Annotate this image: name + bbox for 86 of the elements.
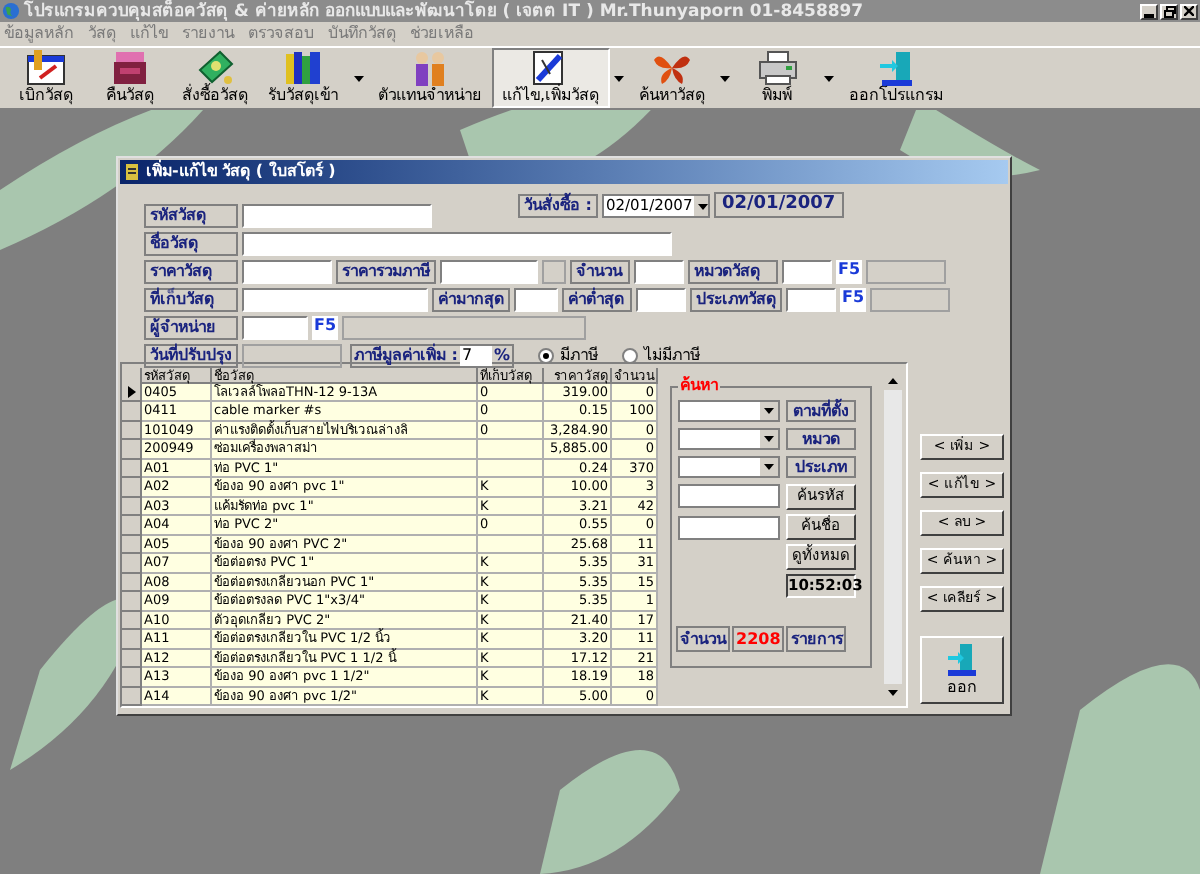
money-icon (195, 50, 235, 86)
blank-panel (242, 344, 342, 369)
input-field[interactable] (440, 260, 538, 285)
toolbar-button[interactable]: สั่งซื้อวัสดุ (172, 48, 258, 108)
input-field[interactable] (242, 288, 428, 313)
caret-icon (824, 75, 835, 81)
dropdown-arrow-icon (760, 429, 778, 447)
search-group-title: ค้นหา (678, 375, 720, 395)
toolbar-button[interactable]: เบิกวัสดุ (4, 48, 88, 108)
field-label: ราคารวมภาษี (336, 260, 436, 285)
caret-icon (353, 75, 363, 81)
close-button[interactable] (1180, 3, 1198, 19)
close-icon (1184, 6, 1194, 16)
input-field[interactable] (242, 204, 432, 229)
minimize-button[interactable] (1140, 3, 1158, 19)
radio-option[interactable]: ไม่มีภาษี (622, 346, 700, 367)
toolbar-button[interactable]: พิมพ์ (735, 48, 820, 108)
input-field[interactable] (242, 232, 672, 257)
scroll-down-icon[interactable] (884, 684, 902, 702)
filter-button[interactable]: ตามที่ตั้ง (786, 399, 856, 421)
field-label: ชื่อวัสดุ (144, 232, 238, 257)
leaf-drawing (540, 750, 680, 874)
radio-option[interactable]: มีภาษี (538, 346, 598, 367)
blank-panel (542, 260, 566, 285)
books-icon (283, 50, 323, 86)
toolbar-button[interactable]: คืนวัสดุ (88, 48, 172, 108)
caret-icon (614, 75, 625, 81)
vat-label: ภาษีมูลค่าเพิ่ม : (354, 346, 458, 367)
dropdown-arrow-icon (760, 457, 778, 475)
field-label: ค่าต่ำสุด (562, 288, 632, 313)
dropdown-arrow-icon (760, 401, 778, 419)
app-icon (124, 162, 140, 183)
current-row-icon (127, 385, 135, 398)
minimize-icon (1144, 13, 1154, 17)
input-field[interactable] (636, 288, 686, 313)
order-date-label: วันสั่งซื้อ : (518, 193, 598, 218)
input-field[interactable] (678, 483, 780, 507)
input-field[interactable] (514, 288, 558, 313)
field-label: รหัสวัสดุ (144, 204, 238, 229)
exit-door-icon (876, 50, 917, 86)
field-label: วันที่ปรับปรุง (144, 344, 238, 369)
exit-button[interactable]: ออก (920, 635, 1004, 703)
dropdown-field[interactable] (678, 399, 780, 421)
filter-button[interactable]: ประเภท (786, 455, 856, 477)
order-date-display: 02/01/2007 (713, 192, 844, 219)
restore-icon (1163, 5, 1175, 17)
input-field[interactable] (242, 316, 308, 341)
toolbar-button[interactable]: แก้ไข,เพิ่มวัสดุ (492, 48, 610, 108)
input-field[interactable] (782, 260, 832, 285)
people-icon (410, 50, 450, 86)
dropdown-arrow-icon (694, 195, 708, 216)
input-field[interactable] (634, 260, 684, 285)
restore-button[interactable] (1160, 3, 1178, 19)
globe-icon (2, 2, 20, 20)
toolbar-button[interactable]: ตัวแทนจำหน่าย (368, 48, 492, 108)
count-value: 2208 (732, 625, 785, 651)
blank-panel (866, 260, 947, 285)
shortcut-key-hint: F5 (840, 288, 867, 313)
filter-button[interactable]: หมวด (786, 427, 856, 449)
dropdown-field[interactable] (678, 427, 780, 449)
scrollbar[interactable] (884, 371, 902, 702)
box-icon (110, 50, 150, 86)
toolbar-button[interactable]: รับวัสดุเข้า (258, 48, 348, 108)
count-unit: รายการ (786, 625, 847, 651)
toolbar-button[interactable]: ค้นหาวัสดุ (629, 48, 716, 108)
field-label: จำนวน (570, 260, 630, 285)
input-field[interactable] (678, 515, 780, 539)
field-label: ประเภทวัสดุ (690, 288, 782, 313)
caret-icon (720, 75, 731, 81)
dialog-title: เพิ่ม-แก้ไข วัสดุ ( ใบสโตร์ ) (146, 162, 336, 183)
field-label: หมวดวัสดุ (688, 260, 778, 285)
dropdown-field[interactable] (678, 455, 780, 477)
field-label: ราคาวัสดุ (144, 260, 238, 285)
shortcut-key-hint: F5 (312, 316, 339, 341)
input-field[interactable] (242, 260, 332, 285)
field-label: ค่ามากสุด (432, 288, 510, 313)
blank-panel (870, 288, 951, 313)
toolbar-button[interactable]: ออกโปรแกรม (839, 48, 954, 108)
count-label: จำนวน (676, 625, 730, 651)
input-field[interactable] (786, 288, 836, 313)
exit-door-icon (946, 642, 978, 678)
vat-input[interactable]: 7 (459, 346, 492, 367)
percent-label: % (493, 346, 510, 367)
field-label: ที่เก็บวัสดุ (144, 288, 238, 313)
field-label: ผู้จำหน่าย (144, 316, 238, 341)
shortcut-key-hint: F5 (836, 260, 863, 285)
